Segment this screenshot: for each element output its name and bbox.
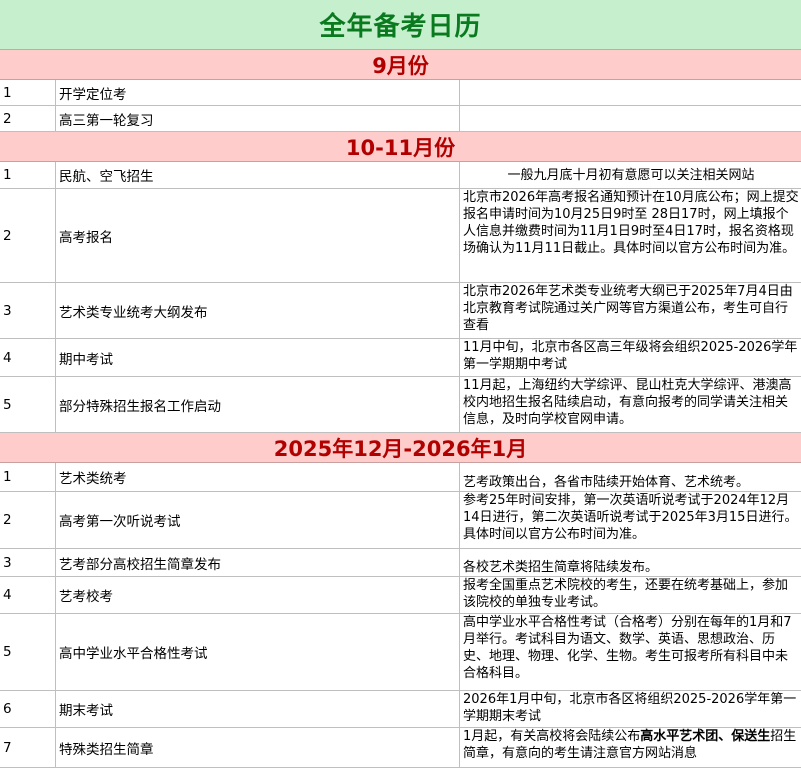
table-row[interactable]: 5 部分特殊招生报名工作启动 11月起，上海纽约大学综评、昆山杜克大学综评、港澳… [0,377,801,433]
item-name: 艺考校考 [56,577,460,613]
item-name: 民航、空飞招生 [56,162,460,188]
row-number: 5 [0,614,56,690]
table-row[interactable]: 1 开学定位考 [0,80,801,106]
section-heading-sep: 9月份 [0,50,801,80]
row-number: 2 [0,189,56,282]
item-name: 艺术类统考 [56,463,460,491]
row-number: 1 [0,463,56,491]
row-number: 7 [0,728,56,767]
row-number: 2 [0,492,56,548]
table-row[interactable]: 3 艺术类专业统考大纲发布 北京市2026年艺术类专业统考大纲已于2025年7月… [0,283,801,339]
item-name: 开学定位考 [56,80,460,105]
table-row[interactable]: 4 期中考试 11月中旬，北京市各区高三年级将会组织2025-2026学年第一学… [0,339,801,377]
item-name: 艺考部分高校招生简章发布 [56,549,460,576]
row-number: 4 [0,577,56,613]
table-row[interactable]: 6 期末考试 2026年1月中旬，北京市各区将组织2025-2026学年第一学期… [0,691,801,728]
note-text: 1月起，有关高校将会陆续公布 [463,729,641,744]
item-name: 期中考试 [56,339,460,376]
table-row[interactable]: 5 高中学业水平合格性考试 高中学业水平合格性考试（合格考）分别在每年的1月和7… [0,614,801,691]
item-note [460,80,801,105]
item-name: 特殊类招生简章 [56,728,460,767]
item-note: 一般九月底十月初有意愿可以关注相关网站 [507,167,755,183]
item-name: 期末考试 [56,691,460,727]
item-note: 艺考政策出台，各省市陆续开始体育、艺术统考。 [463,475,750,490]
section-heading-oct-nov: 10-11月份 [0,132,801,162]
row-number: 6 [0,691,56,727]
table-row[interactable]: 2 高考第一次听说考试 参考25年时间安排，第一次英语听说考试于2024年12月… [0,492,801,549]
table-row[interactable]: 3 艺考部分高校招生简章发布 各校艺术类招生简章将陆续发布。 [0,549,801,577]
row-number: 5 [0,377,56,432]
table-row[interactable]: 4 艺考校考 报考全国重点艺术院校的考生，还要在统考基础上，参加该院校的单独专业… [0,577,801,614]
item-note: 2026年1月中旬，北京市各区将组织2025-2026学年第一学期期末考试 [463,692,797,724]
table-row[interactable]: 2 高三第一轮复习 [0,106,801,132]
table-row[interactable]: 7 特殊类招生简章 1月起，有关高校将会陆续公布高水平艺术团、保送生招生简章，有… [0,728,801,768]
item-name: 高三第一轮复习 [56,106,460,131]
item-note: 11月中旬，北京市各区高三年级将会组织2025-2026学年第一学期期中考试 [463,340,798,372]
item-name: 高考报名 [56,189,460,282]
calendar-sheet: 全年备考日历 9月份 1 开学定位考 2 高三第一轮复习 10-11月份 1 民… [0,0,801,772]
row-number: 1 [0,162,56,188]
item-note [460,106,801,131]
section-heading-dec-jan: 2025年12月-2026年1月 [0,433,801,463]
row-number: 2 [0,106,56,131]
table-row[interactable]: 1 艺术类统考 艺考政策出台，各省市陆续开始体育、艺术统考。 [0,463,801,492]
item-name: 艺术类专业统考大纲发布 [56,283,460,338]
item-note: 11月起，上海纽约大学综评、昆山杜克大学综评、港澳高校内地招生报名陆续启动，有意… [463,378,792,427]
row-number: 3 [0,549,56,576]
item-note: 高中学业水平合格性考试（合格考）分别在每年的1月和7月举行。考试科目为语文、数学… [463,615,792,681]
item-name: 高考第一次听说考试 [56,492,460,548]
table-row[interactable]: 1 民航、空飞招生 一般九月底十月初有意愿可以关注相关网站 [0,162,801,189]
page-title: 全年备考日历 [0,0,801,50]
item-note: 1月起，有关高校将会陆续公布高水平艺术团、保送生招生简章，有意向的考生请注意官方… [460,728,801,767]
item-note: 北京市2026年高考报名通知预计在10月底公布；网上提交报名申请时间为10月25… [463,190,799,256]
item-name: 高中学业水平合格性考试 [56,614,460,690]
row-number: 1 [0,80,56,105]
item-name: 部分特殊招生报名工作启动 [56,377,460,432]
item-note: 各校艺术类招生简章将陆续发布。 [463,560,659,575]
table-row[interactable]: 2 高考报名 北京市2026年高考报名通知预计在10月底公布；网上提交报名申请时… [0,189,801,283]
row-number: 4 [0,339,56,376]
row-number: 3 [0,283,56,338]
item-note: 参考25年时间安排，第一次英语听说考试于2024年12月14日进行，第二次英语听… [463,493,798,542]
note-bold-text: 高水平艺术团、保送生 [640,729,771,744]
item-note: 报考全国重点艺术院校的考生，还要在统考基础上，参加该院校的单独专业考试。 [463,578,789,610]
item-note: 北京市2026年艺术类专业统考大纲已于2025年7月4日由北京教育考试院通过关广… [463,284,793,333]
